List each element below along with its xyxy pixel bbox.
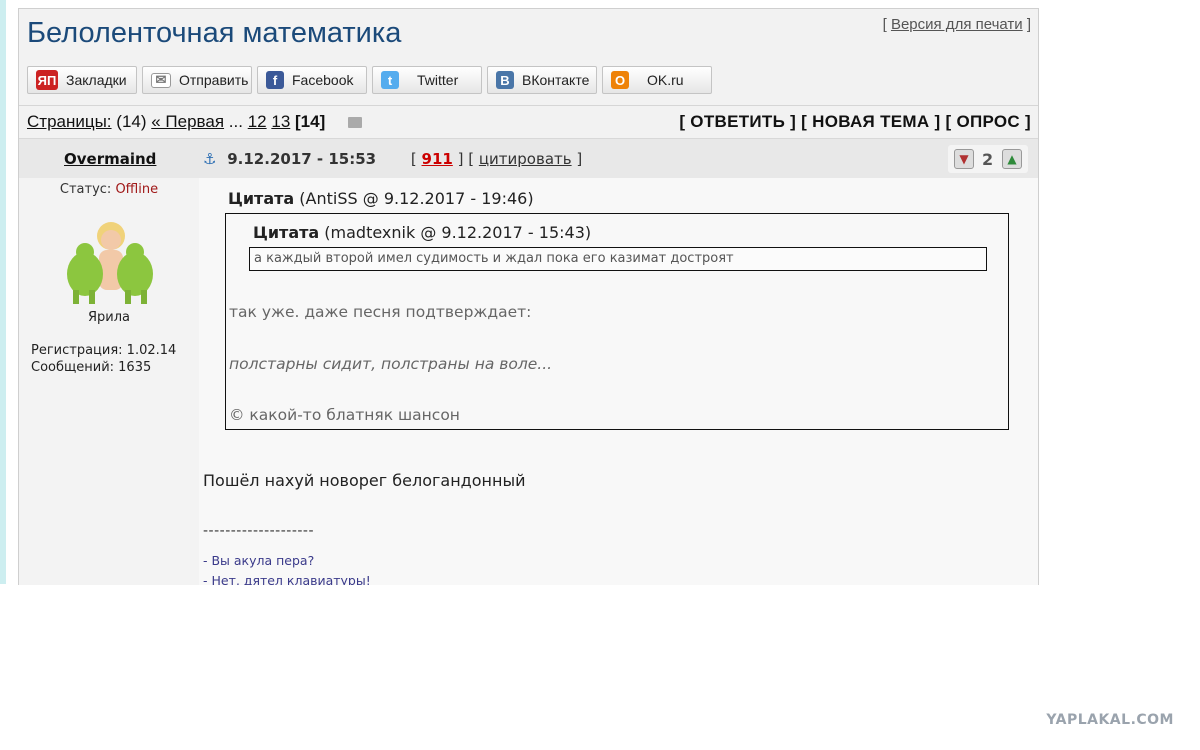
poll-button[interactable]: [ ОПРОС ] <box>945 112 1031 131</box>
post-number-bracket-close: ] [ <box>452 150 479 168</box>
nested-quote-source: (madtexnik @ 9.12.2017 - 15:43) <box>324 223 592 242</box>
print-version-link[interactable]: Версия для печати <box>891 16 1023 33</box>
author-avatar[interactable] <box>59 214 159 314</box>
post-meta: ⚓ 9.12.2017 - 15:53 [ 911 ] [ цитировать… <box>203 150 582 168</box>
author-status: Статус: Offline <box>19 182 199 197</box>
share-label: Закладки <box>66 72 127 88</box>
post-author-link[interactable]: Overmaind <box>64 150 156 168</box>
print-bracket-open: [ <box>882 16 891 33</box>
cite-link[interactable]: цитировать <box>479 150 572 168</box>
signature-line: - Нет, дятел клавиатуры! <box>203 573 371 585</box>
share-label: Twitter <box>417 72 459 88</box>
nested-quote-label: Цитата <box>253 223 320 242</box>
signature-divider: -------------------- <box>203 523 315 539</box>
first-page-link[interactable]: « Первая <box>151 112 224 131</box>
quote-header: Цитата (AntiSS @ 9.12.2017 - 19:46) <box>228 189 534 208</box>
thumbs-up-icon[interactable]: ▲ <box>1002 149 1022 169</box>
share-facebook-button[interactable]: f Facebook <box>257 66 367 94</box>
page-13-link[interactable]: 13 <box>271 112 290 131</box>
current-page: [14] <box>295 112 326 131</box>
facebook-icon: f <box>266 71 284 89</box>
quote-text-line: так уже. даже песня подтверждает: <box>229 303 532 321</box>
post-number-bracket: [ <box>410 150 422 168</box>
author-title: Ярила <box>87 310 130 325</box>
reply-button[interactable]: [ ОТВЕТИТЬ ] <box>679 112 796 131</box>
status-label: Статус: <box>59 182 112 197</box>
divider <box>19 105 1038 106</box>
pages-label-link[interactable]: Страницы: <box>27 112 112 131</box>
status-value: Offline <box>115 182 159 197</box>
share-label: ВКонтакте <box>522 72 590 88</box>
quote-block: Цитата (madtexnik @ 9.12.2017 - 15:43) а… <box>225 213 1009 430</box>
signature-line: - Вы акула пера? <box>203 553 315 568</box>
rating-count: 2 <box>982 150 994 169</box>
odnoklassniki-icon: О <box>611 71 629 89</box>
mail-icon: ✉ <box>151 72 171 88</box>
topic-title: Белоленточная математика <box>27 17 402 49</box>
site-watermark: YAPLAKAL.COM <box>1046 712 1174 728</box>
share-label: OK.ru <box>647 72 684 88</box>
share-bookmarks-button[interactable]: ЯП Закладки <box>27 66 137 94</box>
pages-ellipsis: ... <box>228 112 243 131</box>
envelope-icon[interactable] <box>347 117 362 129</box>
share-label: Facebook <box>292 72 354 88</box>
cite-bracket-close: ] <box>571 150 583 168</box>
post-text: Пошёл нахуй новорег белогандонный <box>203 471 526 490</box>
quote-text-line: © какой-то блатняк шансон <box>229 406 460 424</box>
post-content: Цитата (AntiSS @ 9.12.2017 - 19:46) Цита… <box>199 178 1038 585</box>
post-header: Overmaind ⚓ 9.12.2017 - 15:53 [ 911 ] [ … <box>19 138 1038 179</box>
new-topic-button[interactable]: [ НОВАЯ ТЕМА ] <box>801 112 940 131</box>
thumbs-down-icon[interactable]: ▼ <box>954 149 974 169</box>
share-twitter-button[interactable]: t Twitter <box>372 66 482 94</box>
post-number-link[interactable]: 911 <box>422 150 453 168</box>
share-ok-button[interactable]: О OK.ru <box>602 66 712 94</box>
print-bracket-close: ] <box>1022 16 1031 33</box>
quote-source: (AntiSS @ 9.12.2017 - 19:46) <box>299 189 534 208</box>
quote-text-italic: полстарны сидит, полстраны на воле... <box>229 355 553 373</box>
forum-topic-frame: Белоленточная математика [ Версия для пе… <box>18 8 1039 585</box>
topic-actions: [ ОТВЕТИТЬ ] [ НОВАЯ ТЕМА ] [ ОПРОС ] <box>679 112 1031 132</box>
yandex-bookmarks-icon: ЯП <box>36 70 58 90</box>
share-vkontakte-button[interactable]: В ВКонтакте <box>487 66 597 94</box>
message-count: Сообщений: 1635 <box>31 360 152 375</box>
registration-date: Регистрация: 1.02.14 <box>31 343 177 358</box>
nested-quote-header: Цитата (madtexnik @ 9.12.2017 - 15:43) <box>253 223 591 242</box>
anchor-icon[interactable]: ⚓ <box>203 150 216 168</box>
post-rating: ▼ 2 ▲ <box>948 145 1028 173</box>
share-label: Отправить <box>179 72 249 88</box>
left-edge-strip <box>0 0 6 584</box>
twitter-icon: t <box>381 71 399 89</box>
print-version: [ Версия для печати ] <box>883 16 1031 33</box>
vkontakte-icon: В <box>496 71 514 89</box>
post-date: 9.12.2017 - 15:53 <box>227 150 377 168</box>
nested-quote-block: а каждый второй имел судимость и ждал по… <box>249 247 987 271</box>
author-sidebar: Статус: Offline Ярила Регистрация: 1.02.… <box>19 178 199 585</box>
pages-count: (14) <box>116 112 147 131</box>
pagination: Страницы: (14) « Первая ... 12 13 [14] <box>27 112 362 132</box>
quote-label: Цитата <box>228 189 295 208</box>
author-stats: Регистрация: 1.02.14 Сообщений: 1635 <box>31 342 176 376</box>
page-12-link[interactable]: 12 <box>248 112 267 131</box>
share-send-button[interactable]: ✉ Отправить <box>142 66 252 94</box>
